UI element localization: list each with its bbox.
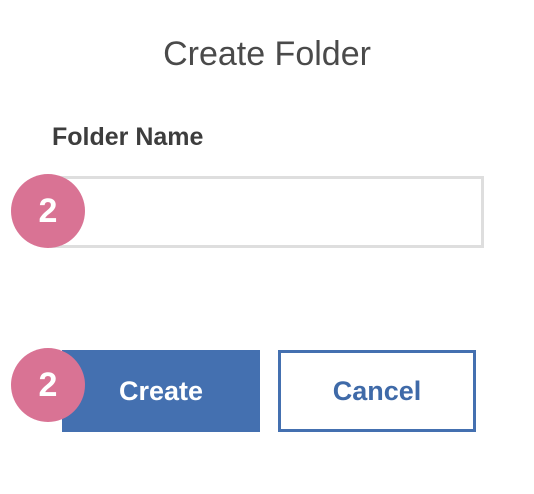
create-folder-dialog: Create Folder Folder Name 2 Create 2 Can…: [0, 0, 534, 494]
folder-name-label: Folder Name: [52, 123, 204, 151]
dialog-title: Create Folder: [163, 35, 371, 73]
cancel-button[interactable]: Cancel: [278, 350, 476, 432]
folder-name-input[interactable]: [50, 176, 484, 248]
step-badge-create: 2: [11, 348, 85, 422]
step-badge-folder-name: 2: [11, 174, 85, 248]
create-button[interactable]: Create: [62, 350, 260, 432]
